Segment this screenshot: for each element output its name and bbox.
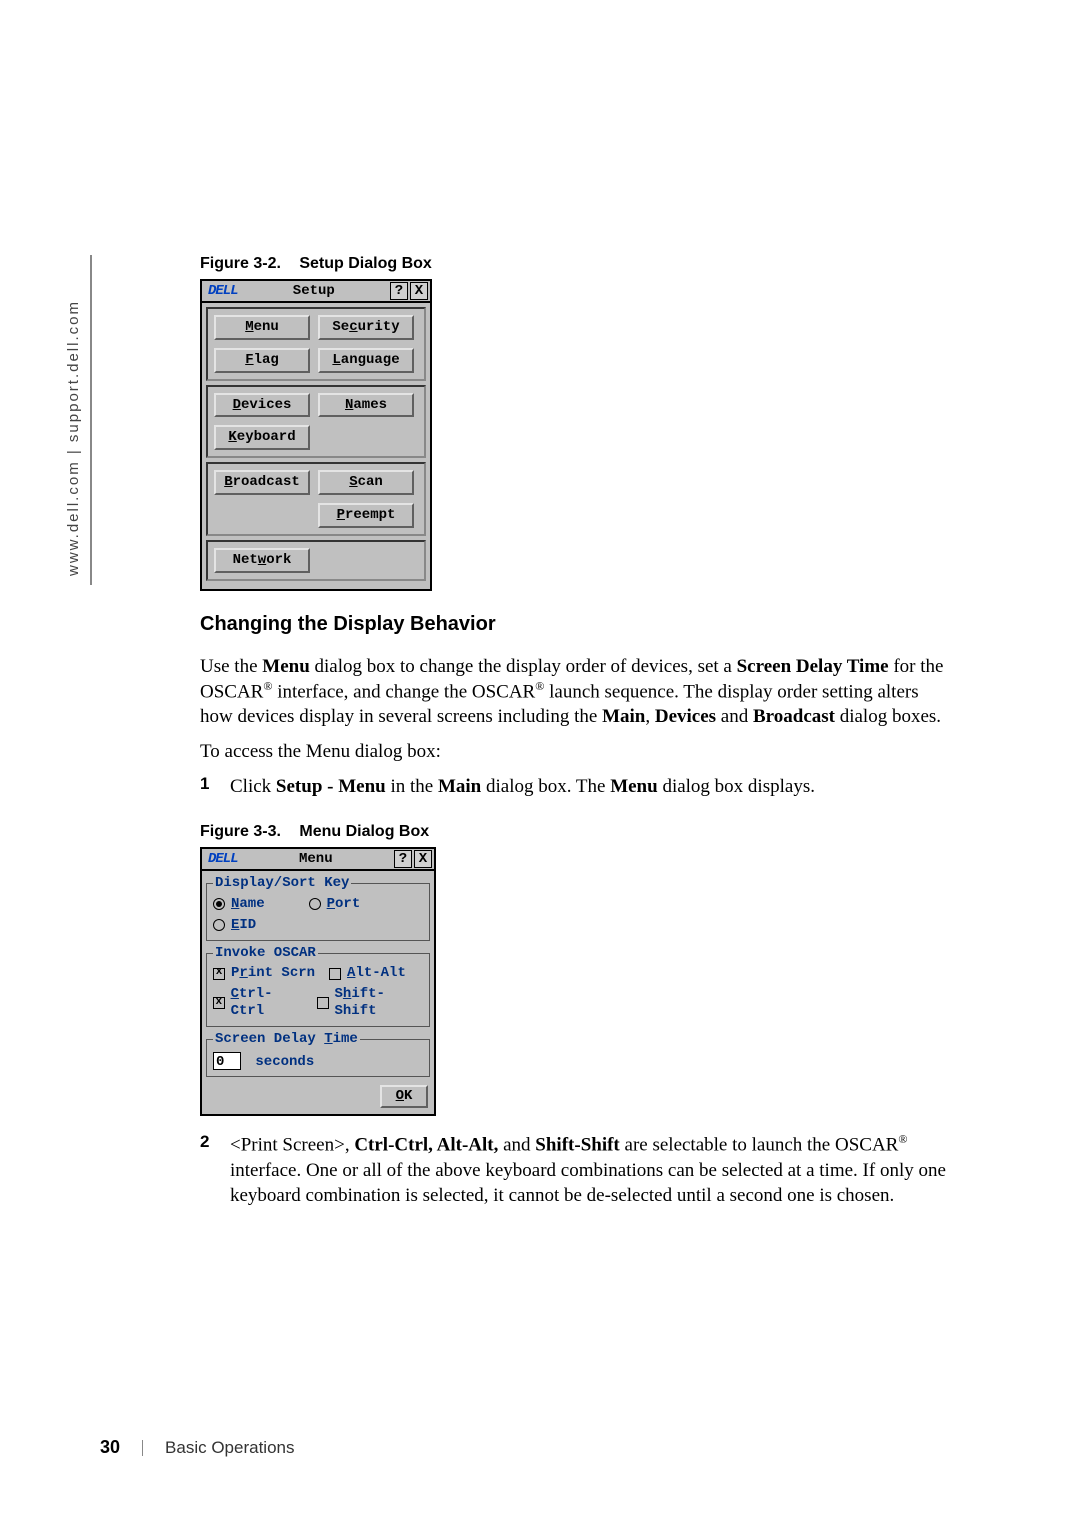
setup-titlebar: DELL Setup ? X (202, 281, 430, 303)
menu-titlebar: DELL Menu ? X (202, 849, 434, 871)
figure-3-2-title: Setup Dialog Box (299, 255, 431, 272)
dell-logo: DELL (202, 283, 238, 300)
step-1: 1 Click Setup - Menu in the Main dialog … (200, 774, 960, 799)
page-number: 30 (100, 1437, 120, 1458)
dell-logo: DELL (202, 851, 238, 868)
language-button[interactable]: Language (318, 348, 414, 373)
figure-3-3-title: Menu Dialog Box (299, 823, 429, 840)
checkbox-unchecked-icon (329, 968, 341, 980)
radio-selected-icon (213, 898, 225, 910)
help-icon[interactable]: ? (394, 850, 412, 868)
step-2-number: 2 (200, 1132, 230, 1208)
network-button[interactable]: Network (214, 548, 310, 573)
radio-unselected-icon (309, 898, 321, 910)
figure-3-2-number: Figure 3-2. (200, 255, 281, 272)
invoke-oscar-legend: Invoke OSCAR (213, 945, 318, 962)
chk-ctrl-ctrl[interactable]: Ctrl-Ctrl (213, 986, 303, 1020)
devices-button[interactable]: Devices (214, 393, 310, 418)
close-icon[interactable]: X (410, 282, 428, 300)
flag-button[interactable]: Flag (214, 348, 310, 373)
setup-dialog: DELL Setup ? X Menu Securi (200, 279, 432, 591)
side-url: www.dell.com | support.dell.com (65, 300, 82, 576)
help-icon[interactable]: ? (390, 282, 408, 300)
display-sort-key-legend: Display/Sort Key (213, 875, 351, 892)
chk-alt-alt[interactable]: Alt-Alt (329, 965, 406, 982)
invoke-oscar-group: Invoke OSCAR Print Scrn Alt-Alt Ctrl-Ctr… (206, 945, 430, 1027)
keyboard-button[interactable]: Keyboard (214, 425, 310, 450)
figure-3-3-number: Figure 3-3. (200, 823, 281, 840)
page-footer: 30 Basic Operations (100, 1437, 294, 1458)
preempt-button[interactable]: Preempt (318, 503, 414, 528)
chk-print-scrn[interactable]: Print Scrn (213, 965, 315, 982)
ok-button[interactable]: OK (380, 1085, 428, 1108)
screen-delay-time-legend: Screen Delay Time (213, 1031, 360, 1048)
paragraph-1: Use the Menu dialog box to change the di… (200, 654, 945, 730)
radio-unselected-icon (213, 919, 225, 931)
broadcast-button[interactable]: Broadcast (214, 470, 310, 495)
paragraph-2: To access the Menu dialog box: (200, 739, 945, 764)
scan-button[interactable]: Scan (318, 470, 414, 495)
checkbox-unchecked-icon (317, 997, 329, 1009)
figure-3-2-caption: Figure 3-2. Setup Dialog Box (200, 255, 960, 273)
seconds-label: seconds (255, 1054, 314, 1070)
figure-3-3-caption: Figure 3-3. Menu Dialog Box (200, 823, 960, 841)
heading-changing-display: Changing the Display Behavior (200, 613, 960, 636)
seconds-input[interactable]: 0 (213, 1052, 241, 1070)
menu-button[interactable]: Menu (214, 315, 310, 340)
menu-dialog: DELL Menu ? X Display/Sort Key Name Port (200, 847, 436, 1116)
step-1-number: 1 (200, 774, 230, 799)
radio-eid[interactable]: EID (213, 917, 256, 934)
display-sort-key-group: Display/Sort Key Name Port EID (206, 875, 430, 940)
side-rule (90, 255, 92, 585)
chapter-title: Basic Operations (165, 1438, 294, 1458)
radio-port[interactable]: Port (309, 896, 361, 913)
footer-divider (142, 1440, 143, 1456)
names-button[interactable]: Names (318, 393, 414, 418)
chk-shift-shift[interactable]: Shift-Shift (317, 986, 423, 1020)
security-button[interactable]: Security (318, 315, 414, 340)
menu-dialog-title: Menu (238, 851, 394, 868)
close-icon[interactable]: X (414, 850, 432, 868)
setup-dialog-title: Setup (238, 283, 390, 300)
screen-delay-time-group: Screen Delay Time 0 seconds (206, 1031, 430, 1078)
radio-name[interactable]: Name (213, 896, 265, 913)
step-2: 2 <Print Screen>, Ctrl-Ctrl, Alt-Alt, an… (200, 1132, 960, 1208)
checkbox-checked-icon (213, 968, 225, 980)
checkbox-checked-icon (213, 997, 225, 1009)
